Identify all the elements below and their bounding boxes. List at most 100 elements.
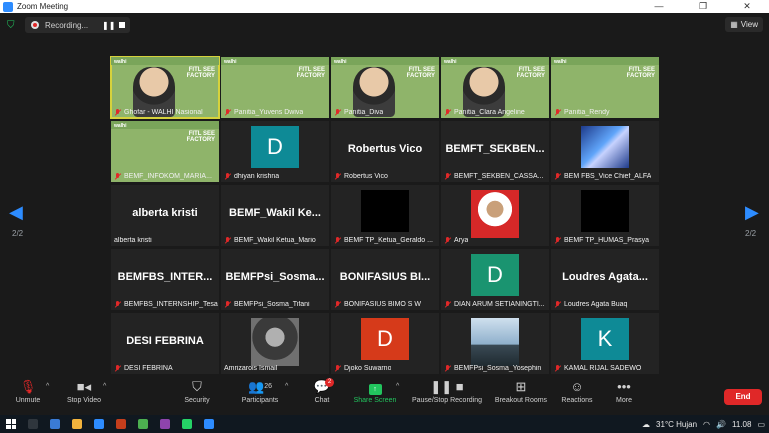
participant-tile[interactable]: Amrizarois Ismail [221,313,329,374]
participant-tile[interactable]: BONIFASIUS BI... BONIFASIUS BIMO S W [331,249,439,310]
slide-title: FITL SEE FACTORY [516,67,545,79]
unmute-button[interactable]: 🎙 Unmute [8,377,48,415]
participant-tile[interactable]: BEMFPsi_Sosma_Yosephin [441,313,549,374]
participant-tile[interactable]: Robertus Vico Robertus Vico [331,121,439,182]
participant-display-name: Robertus Vico [347,143,423,155]
whatsapp-icon[interactable] [182,419,192,429]
video-options-caret-icon[interactable]: ^ [103,383,106,390]
participant-tile[interactable]: D Djoko Suwarno [331,313,439,374]
task-view-icon[interactable] [50,419,60,429]
participant-display-name: alberta kristi [132,207,198,219]
participant-tile[interactable]: BEM FBS_Vice Chief_ALFA [551,121,659,182]
reactions-button[interactable]: ☺ Reactions [558,377,596,415]
breakout-rooms-button[interactable]: ⊞ Breakout Rooms [492,377,550,415]
muted-mic-icon [444,109,451,116]
participant-tile[interactable]: walhi FITL SEE FACTORY Panitia_Diva [331,57,439,118]
slide-header-bar [331,57,439,65]
pause-stop-recording-button[interactable]: ❚❚ ■ Pause/Stop Recording [408,377,486,415]
recording-dot-icon [31,21,39,29]
participant-tile[interactable]: walhi FITL SEE FACTORY BEMF_INFOKOM_MARIA..… [111,121,219,182]
participant-picture [581,126,629,168]
participant-tile[interactable]: BEMF_Wakil Ke... BEMF_Wakil Ketua_Mario [221,185,329,246]
reactions-smiley-icon: ☺ [570,379,584,394]
end-meeting-button[interactable]: End [724,389,762,405]
participant-tile[interactable]: K KAMAL RIJAL SADEWO [551,313,659,374]
participant-name-label: Panitia_Rendy [554,109,610,116]
participant-tile[interactable]: walhi FITL SEE FACTORY Ghofar - WALHI Nasio… [110,56,220,119]
participant-picture [471,190,519,238]
chat-button[interactable]: 💬 2 Chat [308,377,336,415]
prev-page-arrow-icon[interactable]: ◀ [9,202,25,232]
participants-count: 26 [264,383,272,390]
recording-indicator: Recording... ❚❚ [25,17,130,33]
minimize-button[interactable]: — [637,0,681,13]
share-screen-button[interactable]: ↑ Share Screen [352,377,398,415]
participant-tile[interactable]: alberta kristi alberta kristi [111,185,219,246]
stop-recording-icon[interactable] [119,22,125,28]
participant-display-name: DESI FEBRINA [126,335,204,347]
chrome-icon[interactable] [138,419,148,429]
participant-tile[interactable]: BEMF TP_Ketua_Geraldo ... [331,185,439,246]
view-button[interactable]: ▦ View [725,17,763,32]
page-indicator-right: 2/2 [745,229,757,238]
participant-tile[interactable]: BEMFBS_INTER... BEMFBS_INTERNSHIP_Tesa [111,249,219,310]
participant-name-label: Panitia_Clara Angeline [444,109,525,116]
participants-icon: 👥26 [248,379,272,394]
clock[interactable]: 11.08 [732,420,751,429]
participant-name-label: Panitia_Diva [334,109,383,116]
wifi-icon[interactable]: ◠ [703,420,710,429]
close-button[interactable]: ✕ [725,0,769,13]
participant-tile[interactable]: Ddhiyan krishna [221,121,329,182]
participant-tile[interactable]: BEMFT_SEKBEN... BEMFT_SEKBEN_CASSA... [441,121,549,182]
participant-tile[interactable]: Loudres Agata... Loudres Agata Buaq [551,249,659,310]
participant-tile[interactable]: BEMF TP_HUMAS_Prasya [551,185,659,246]
volume-icon[interactable]: 🔊 [716,420,726,429]
windows-start-icon[interactable] [6,419,16,429]
participant-display-name: Loudres Agata... [562,271,648,283]
video-camera-icon: ■◂ [76,379,92,394]
window-title: Zoom Meeting [17,2,69,11]
security-button[interactable]: ⛉ Security [178,377,216,415]
participant-tile[interactable]: walhi FITL SEE FACTORY Panitia_Yuvens Dwiva [221,57,329,118]
stop-video-button[interactable]: ■◂ Stop Video [60,377,108,415]
muted-mic-icon [334,301,341,308]
notifications-icon[interactable]: ▭ [757,420,765,429]
participant-display-name: BEMFBS_INTER... [117,271,213,283]
muted-mic-icon [554,365,561,372]
security-shield-icon: ⛉ [192,379,202,394]
participant-picture [471,318,519,366]
participant-name-label: BEMFBS_INTERNSHIP_Tesa [114,301,218,308]
more-button[interactable]: ••• More [608,377,640,415]
participant-tile[interactable]: DESI FEBRINA DESI FEBRINA [111,313,219,374]
system-tray: ☁ 31°C Hujan ◠ 🔊 11.08 ▭ [636,415,765,433]
premiere-icon[interactable] [160,419,170,429]
participant-name-label: Djoko Suwarno [334,365,391,372]
edge-icon[interactable] [94,419,104,429]
muted-mic-icon [114,109,121,116]
view-label: View [740,20,758,29]
windows-taskbar: ☁ 31°C Hujan ◠ 🔊 11.08 ▭ [0,415,769,433]
participant-tile[interactable]: BEMFPsi_Sosma... BEMFPsi_Sosma_Tifani [221,249,329,310]
weather-text[interactable]: 31°C Hujan [656,420,697,429]
zoom-taskbar-icon[interactable] [204,419,214,429]
share-options-caret-icon[interactable]: ^ [396,383,399,390]
muted-mic-icon [224,237,231,244]
shield-icon[interactable]: ⛉ [7,20,17,31]
participants-options-caret-icon[interactable]: ^ [285,383,288,390]
participant-tile[interactable]: Arya [441,185,549,246]
muted-mic-icon [114,365,121,372]
search-icon[interactable] [28,419,38,429]
office-icon[interactable] [116,419,126,429]
participant-video [581,190,629,232]
restore-button[interactable]: ❐ [681,0,725,13]
audio-options-caret-icon[interactable]: ^ [46,383,49,390]
participant-tile[interactable]: walhi FITL SEE FACTORY Panitia_Rendy [551,57,659,118]
muted-mic-icon [224,109,231,116]
pause-recording-icon[interactable]: ❚❚ [102,21,115,30]
muted-mic-icon [224,173,231,180]
next-page-arrow-icon[interactable]: ▶ [745,202,761,232]
participant-tile[interactable]: D DIAN ARUM SETIANINGTI... [441,249,549,310]
participants-button[interactable]: 👥26 Participants [236,377,284,415]
file-explorer-icon[interactable] [72,419,82,429]
participant-tile[interactable]: walhi FITL SEE FACTORY Panitia_Clara Angeli… [441,57,549,118]
